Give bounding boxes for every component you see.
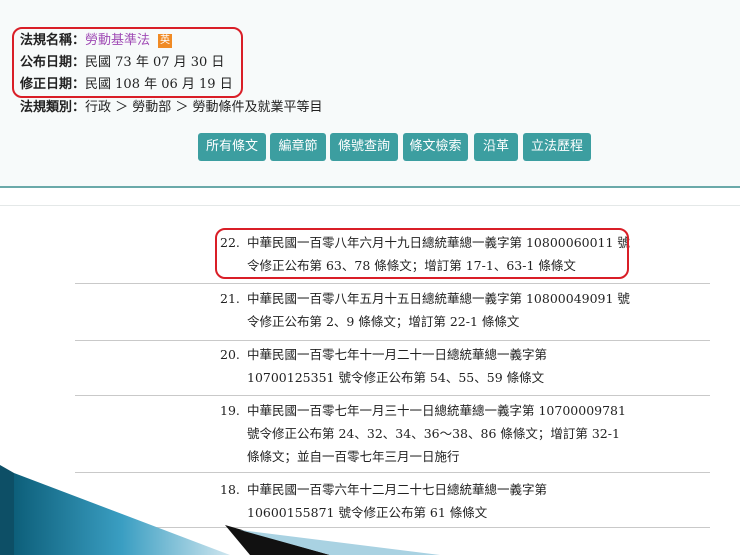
divider [75, 283, 710, 284]
divider [75, 395, 710, 396]
highlight-box-header [12, 27, 243, 98]
slide-decoration [0, 465, 440, 555]
history-entry: 21. 中華民國一百零八年五月十五日總統華總一義字第 10800049091 號令… [220, 287, 630, 333]
category-row: 法規類別：行政 ＞ 勞動部 ＞ 勞動條件及就業平等目 [20, 98, 323, 118]
entry-number: 20. [220, 347, 240, 362]
category-label: 法規類別： [20, 100, 86, 115]
entry-text: 中華民國一百零七年十一月二十一日總統華總一義字第 10700125351 號令修… [247, 347, 548, 385]
article-search-button[interactable]: 條文檢索 [403, 133, 468, 161]
entry-number: 21. [220, 291, 240, 306]
divider [0, 205, 740, 206]
chapters-button[interactable]: 編章節 [270, 133, 326, 161]
entry-number: 19. [220, 403, 240, 418]
divider [75, 340, 710, 341]
history-entry: 20. 中華民國一百零七年十一月二十一日總統華總一義字第 10700125351 … [220, 343, 630, 389]
article-number-query-button[interactable]: 條號查詢 [330, 133, 398, 161]
history-button[interactable]: 沿革 [474, 133, 518, 161]
all-articles-button[interactable]: 所有條文 [198, 133, 266, 161]
legislative-history-button[interactable]: 立法歷程 [523, 133, 591, 161]
entry-text: 中華民國一百零八年五月十五日總統華總一義字第 10800049091 號令修正公… [247, 291, 630, 329]
highlight-box-entry [215, 228, 629, 279]
category-breadcrumb[interactable]: 行政 ＞ 勞動部 ＞ 勞動條件及就業平等目 [85, 100, 323, 115]
